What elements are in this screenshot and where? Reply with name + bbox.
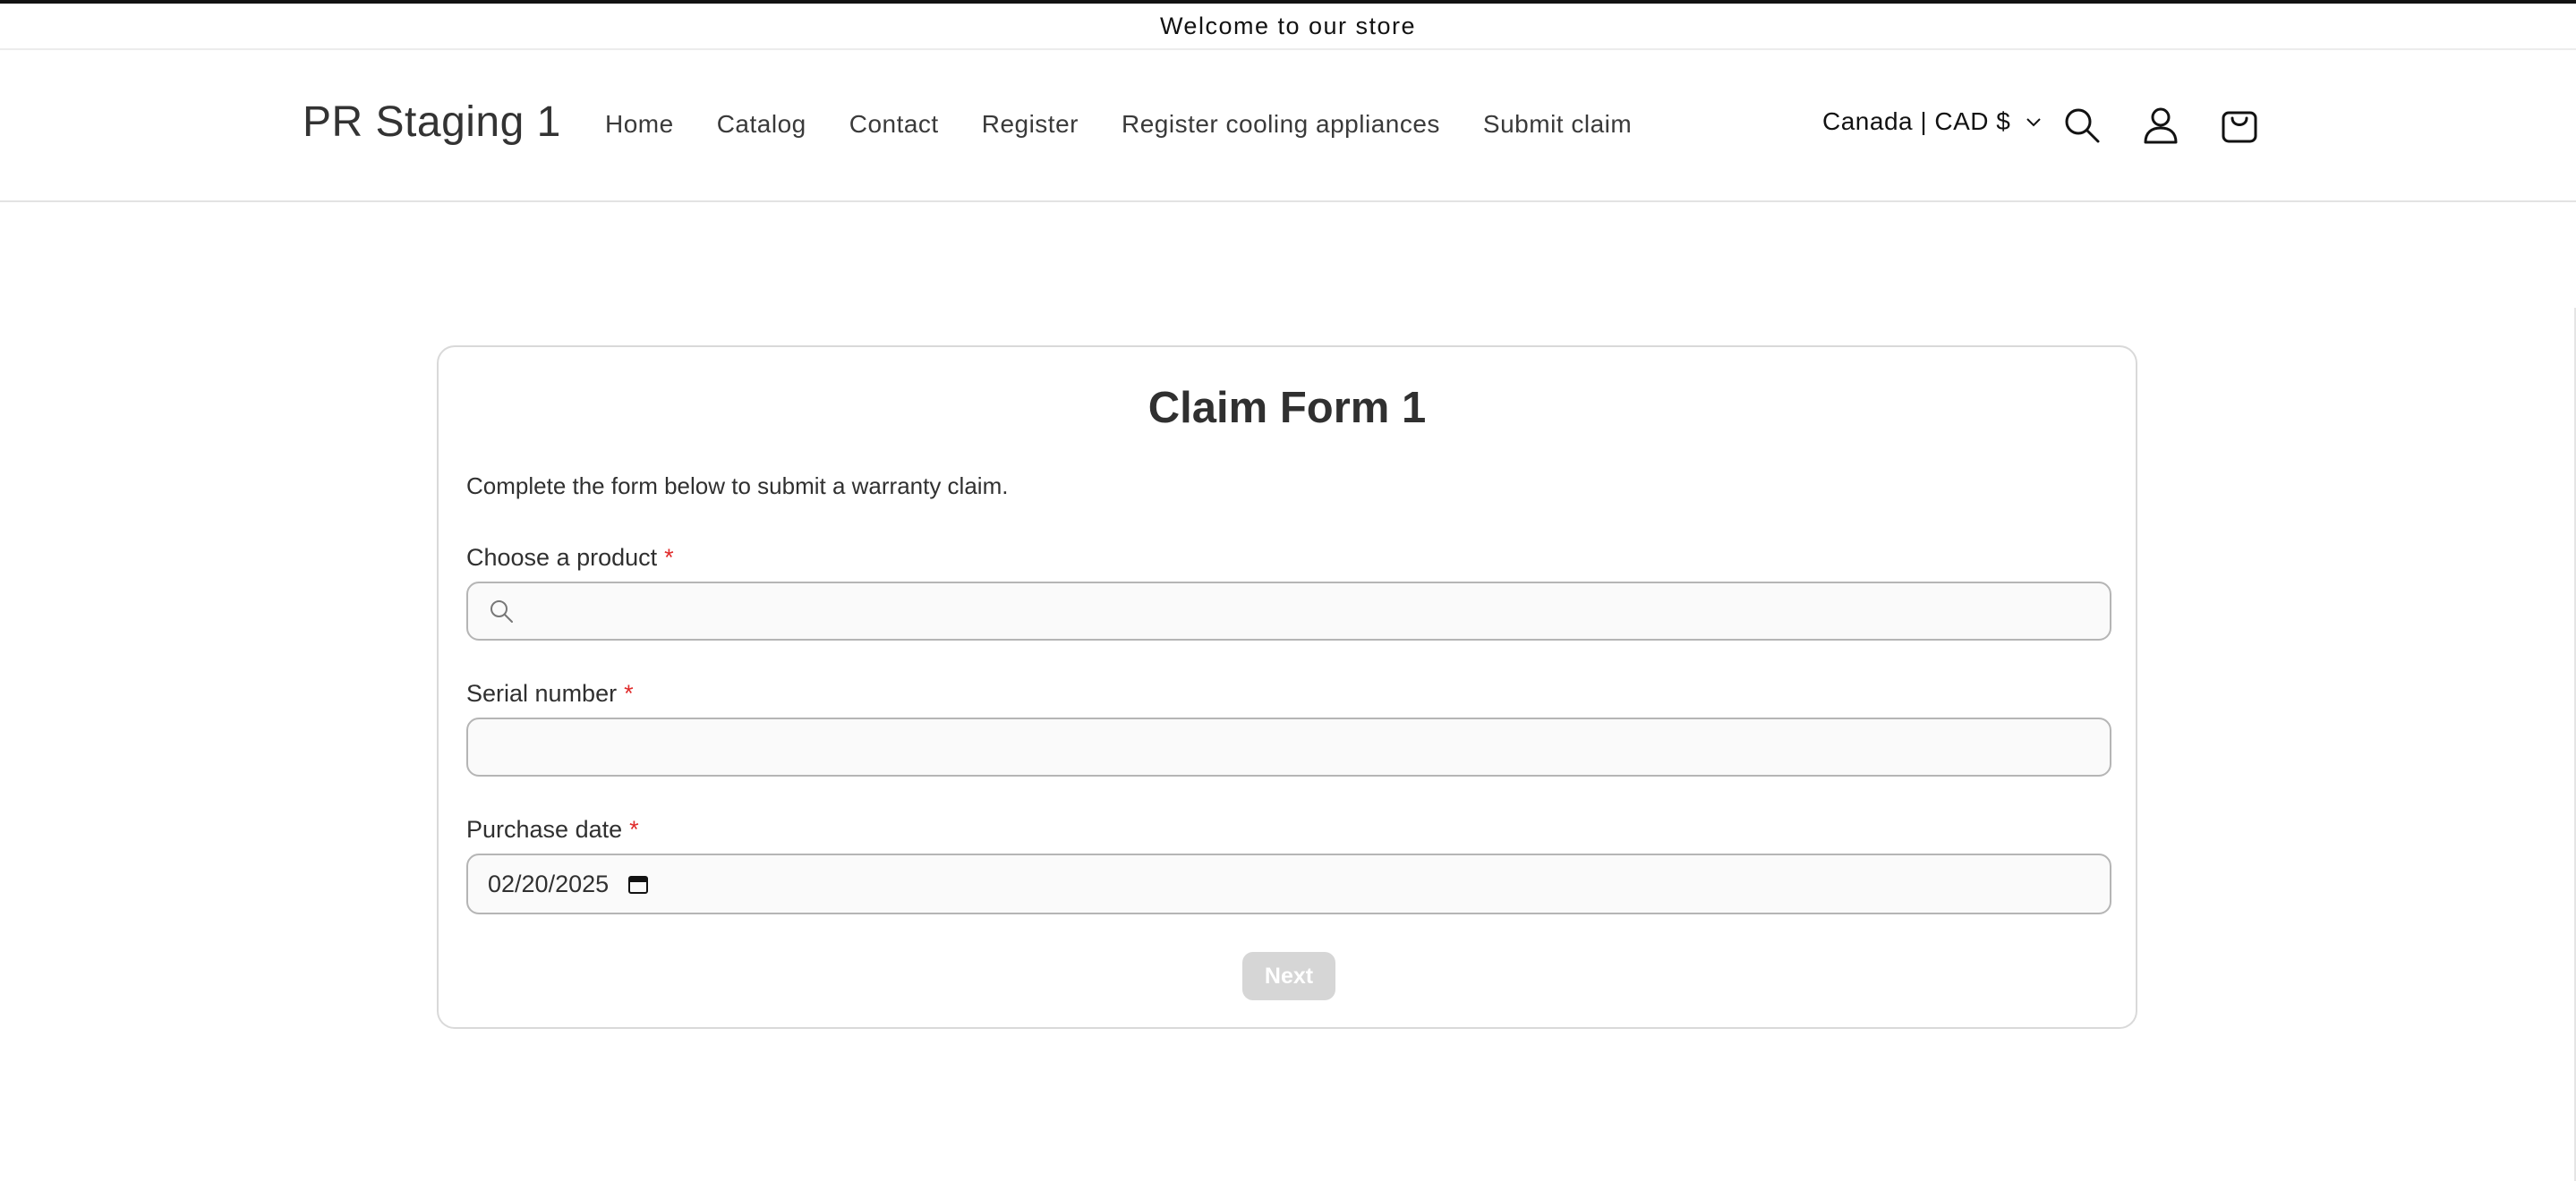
calendar-icon[interactable]	[627, 872, 650, 896]
main-nav: Home Catalog Contact Register Register c…	[605, 109, 1632, 140]
serial-label: Serial number *	[466, 680, 634, 708]
site-header: PR Staging 1 Home Catalog Contact Regist…	[0, 50, 2576, 202]
account-icon	[2144, 107, 2178, 144]
search-button[interactable]	[2060, 104, 2103, 147]
account-button[interactable]	[2139, 104, 2182, 147]
purchase-date-label-text: Purchase date	[466, 816, 623, 843]
serial-number-input[interactable]	[466, 718, 2111, 777]
nav-item-home[interactable]: Home	[605, 109, 674, 140]
cart-button[interactable]	[2218, 104, 2261, 147]
announcement-text: Welcome to our store	[1159, 12, 1417, 39]
locale-label: Canada | CAD $	[1822, 107, 2011, 135]
required-marker: *	[624, 680, 634, 707]
product-label: Choose a product *	[466, 544, 674, 572]
serial-label-text: Serial number	[466, 680, 618, 707]
nav-item-submit-claim[interactable]: Submit claim	[1483, 109, 1632, 140]
product-search-input[interactable]	[466, 582, 2111, 641]
nav-item-catalog[interactable]: Catalog	[717, 109, 806, 140]
country-currency-selector[interactable]: Canada | CAD $	[1822, 107, 2043, 136]
cart-icon	[2222, 111, 2257, 143]
nav-item-register[interactable]: Register	[982, 109, 1079, 140]
product-label-text: Choose a product	[466, 544, 658, 571]
search-icon	[2065, 108, 2100, 143]
next-button[interactable]: Next	[1242, 952, 1335, 1000]
nav-item-register-cooling-appliances[interactable]: Register cooling appliances	[1122, 109, 1440, 140]
announcement-bar: Welcome to our store	[0, 4, 2576, 50]
form-title: Claim Form 1	[1147, 384, 1427, 432]
required-marker: *	[664, 544, 674, 571]
purchase-date-label: Purchase date *	[466, 816, 639, 844]
nav-item-contact[interactable]: Contact	[849, 109, 939, 140]
claim-form-card: Claim Form 1 Complete the form below to …	[437, 345, 2137, 1029]
purchase-date-value: 02/20/2025	[488, 870, 610, 897]
store-logo[interactable]: PR Staging 1	[303, 97, 561, 149]
purchase-date-input[interactable]: 02/20/2025	[466, 854, 2111, 914]
form-description: Complete the form below to submit a warr…	[466, 472, 1009, 499]
required-marker: *	[629, 816, 639, 843]
chevron-down-icon	[2026, 118, 2042, 127]
search-icon	[490, 600, 513, 623]
